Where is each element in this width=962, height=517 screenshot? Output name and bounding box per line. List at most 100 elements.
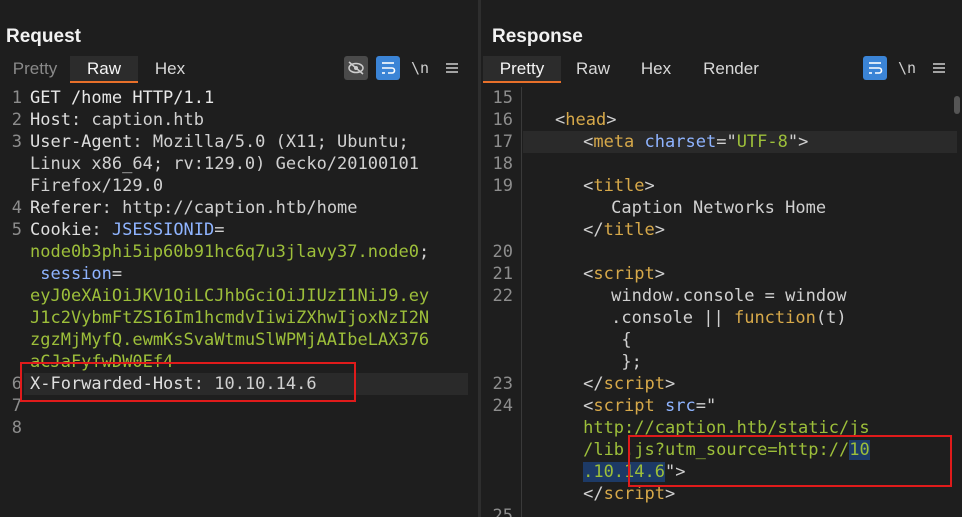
code-token: charset bbox=[644, 132, 717, 152]
code-token: function bbox=[733, 308, 816, 328]
code-line: { bbox=[611, 329, 631, 351]
code-token: UTF-8 bbox=[736, 132, 788, 152]
code-token: > bbox=[644, 176, 655, 196]
line-number: 24 bbox=[492, 396, 513, 416]
code-token: J1c2VybmFtZSI6Im1hcmdvIiwiZXhwIjoxNzI2N bbox=[30, 308, 430, 328]
response-tab-raw[interactable]: Raw bbox=[561, 56, 625, 83]
request-tab-hex[interactable]: Hex bbox=[138, 56, 202, 83]
line-number: 8 bbox=[11, 418, 22, 438]
response-tabs: Pretty Raw Hex Render bbox=[481, 56, 775, 83]
line-number: 16 bbox=[492, 110, 513, 130]
request-menu-button[interactable] bbox=[440, 56, 464, 80]
code-line: <script src=" bbox=[583, 395, 716, 417]
line-number: 6 bbox=[11, 374, 22, 394]
line-number: 2 bbox=[11, 110, 22, 130]
code-token: ; bbox=[418, 242, 430, 262]
word-wrap-icon bbox=[382, 62, 396, 74]
code-token: > bbox=[654, 264, 666, 284]
code-token: .console || bbox=[611, 308, 734, 328]
response-menu-button[interactable] bbox=[927, 56, 951, 80]
line-number: 25 bbox=[492, 506, 513, 517]
code-line: node0b3phi5ip60b91hc6q7u3jlavy37.node0; bbox=[30, 241, 429, 263]
code-line: <title> bbox=[583, 175, 655, 197]
code-line: Referer: http://caption.htb/home bbox=[30, 197, 358, 219]
request-tab-raw[interactable]: Raw bbox=[70, 56, 138, 83]
highlight-box-utm-source bbox=[628, 435, 952, 487]
code-line: Caption Networks Home bbox=[611, 197, 826, 219]
response-newline-toggle[interactable]: \n bbox=[895, 56, 919, 80]
line-number: 22 bbox=[492, 286, 513, 306]
code-token: < bbox=[583, 264, 594, 284]
code-line: GET /home HTTP/1.1 bbox=[30, 87, 214, 109]
highlight-box-forwarded-host bbox=[20, 362, 356, 402]
code-token: < bbox=[583, 396, 594, 416]
code-token: = bbox=[111, 264, 123, 284]
code-line: window.console = window bbox=[611, 285, 846, 307]
code-line: eyJ0eXAiOiJKV1QiLCJhbGciOiJIUzI1NiJ9.ey bbox=[30, 285, 429, 307]
code-token: meta bbox=[593, 132, 635, 152]
line-number: 21 bbox=[492, 264, 513, 284]
response-panel: Response Pretty Raw Hex Render \n 15 16 … bbox=[481, 0, 962, 517]
code-line: Firefox/129.0 bbox=[30, 175, 163, 197]
code-token: title bbox=[603, 220, 655, 240]
word-wrap-button[interactable] bbox=[376, 56, 400, 80]
code-token: script bbox=[593, 264, 655, 284]
code-token: }; bbox=[611, 352, 642, 372]
code-token: < bbox=[583, 176, 594, 196]
response-tab-render[interactable]: Render bbox=[687, 56, 775, 83]
response-word-wrap-button[interactable] bbox=[863, 56, 887, 80]
code-token: (t) bbox=[815, 308, 847, 328]
code-line: </title> bbox=[583, 219, 665, 241]
line-number: 15 bbox=[492, 88, 513, 108]
request-panel: Request Pretty Raw Hex \n 1 GET /home HT… bbox=[0, 0, 478, 517]
code-token: =" bbox=[716, 132, 737, 152]
hide-button[interactable] bbox=[344, 56, 368, 80]
hamburger-menu-icon bbox=[446, 63, 458, 73]
code-token: </ bbox=[583, 484, 604, 504]
code-line: }; bbox=[611, 351, 642, 373]
code-token: User-Agent bbox=[30, 132, 133, 152]
word-wrap-icon bbox=[869, 62, 883, 74]
line-number: 23 bbox=[492, 374, 513, 394]
eye-slash-icon bbox=[348, 61, 364, 75]
response-tab-pretty[interactable]: Pretty bbox=[483, 56, 561, 83]
line-number: 20 bbox=[492, 242, 513, 262]
line-number: 19 bbox=[492, 176, 513, 196]
code-token: : caption.htb bbox=[70, 110, 205, 130]
code-token: </ bbox=[583, 220, 604, 240]
code-line: zgzMjMyfQ.ewmKsSvaWtmuSlWPMjAAIbeLAX376 bbox=[30, 329, 429, 351]
code-token: < bbox=[583, 132, 594, 152]
code-token: : http://caption.htb/home bbox=[101, 198, 358, 218]
code-token: > bbox=[654, 220, 666, 240]
code-token: Caption Networks Home bbox=[611, 198, 827, 218]
code-token: > bbox=[665, 484, 676, 504]
code-line: J1c2VybmFtZSI6Im1hcmdvIiwiZXhwIjoxNzI2N bbox=[30, 307, 429, 329]
line-number: 17 bbox=[492, 132, 513, 152]
code-token: GET /home HTTP/1.1 bbox=[30, 88, 215, 108]
request-editor[interactable]: 1 GET /home HTTP/1.1 2 Host: caption.htb 3 Us… bbox=[0, 87, 478, 517]
code-token: eyJ0eXAiOiJKV1QiLCJhbGciOiJIUzI1NiJ9.ey bbox=[30, 286, 430, 306]
line-number: 5 bbox=[11, 220, 22, 240]
line-number: 7 bbox=[11, 396, 22, 416]
newline-label: \n bbox=[897, 59, 917, 77]
code-token: > bbox=[665, 374, 676, 394]
code-token: =" bbox=[695, 396, 717, 416]
request-title: Request bbox=[6, 26, 81, 47]
newline-label: \n bbox=[410, 59, 430, 77]
response-scrollbar[interactable] bbox=[954, 96, 960, 114]
code-line: .console || function(t) bbox=[611, 307, 846, 329]
code-token: Firefox/129.0 bbox=[30, 176, 164, 196]
response-title: Response bbox=[492, 26, 583, 47]
line-number: 3 bbox=[11, 132, 22, 152]
hamburger-menu-icon bbox=[933, 63, 945, 73]
request-tab-pretty[interactable]: Pretty bbox=[0, 56, 70, 83]
code-token: window.console = window bbox=[611, 286, 847, 306]
gutter-guide bbox=[521, 87, 522, 517]
newline-toggle[interactable]: \n bbox=[408, 56, 432, 80]
code-token: "> bbox=[787, 132, 809, 152]
code-token: src bbox=[665, 396, 696, 416]
request-toolbar: \n bbox=[336, 56, 464, 80]
code-token: zgzMjMyfQ.ewmKsSvaWtmuSlWPMjAAIbeLAX376 bbox=[30, 330, 430, 350]
response-tab-hex[interactable]: Hex bbox=[625, 56, 687, 83]
